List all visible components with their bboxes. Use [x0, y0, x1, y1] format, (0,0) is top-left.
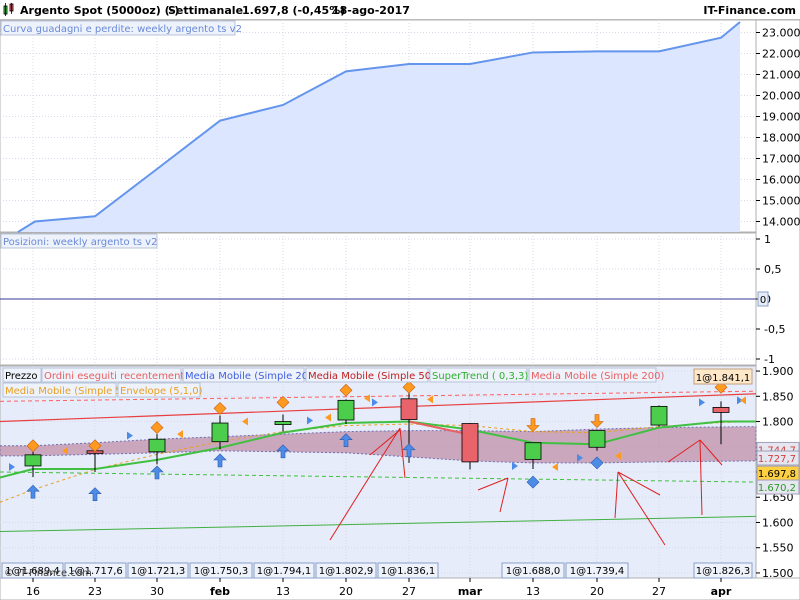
candle-body: [588, 430, 606, 448]
x-tick-label: 30: [150, 585, 164, 598]
candle-body: [461, 423, 479, 463]
x-tick-label: 20: [590, 585, 604, 598]
top-order-label: 1@1.841,1: [696, 373, 751, 384]
equity-tick-label: 19.000: [762, 111, 800, 124]
price-tick-label: 1.550: [762, 542, 794, 555]
price-marker-label: 1.727,7: [758, 454, 796, 465]
candle-body: [524, 442, 542, 460]
candle-body: [400, 398, 418, 420]
positions-tick-label: 0,5: [764, 263, 782, 276]
candle-body: [650, 405, 668, 426]
candle-body: [712, 406, 730, 413]
price-tick-label: 1.800: [762, 416, 794, 429]
legend-item-label: Media Mobile (Simple 20): [185, 371, 312, 382]
equity-tick-label: 21.000: [762, 69, 800, 82]
equity-tick-label: 14.000: [762, 216, 800, 229]
candle-body: [148, 438, 166, 453]
equity-tick-label: 17.000: [762, 153, 800, 166]
equity-tick-label: 20.000: [762, 90, 800, 103]
x-tick-label: 27: [652, 585, 666, 598]
price-tick-label: 1.600: [762, 516, 794, 529]
order-label: 1@1.802,9: [319, 566, 374, 577]
positions-tick-label: -1: [764, 353, 775, 366]
candle-body: [24, 454, 42, 467]
positions-tick-label: 1: [764, 233, 771, 246]
equity-tick-label: 15.000: [762, 195, 800, 208]
order-label: 1@1.836,1: [381, 566, 436, 577]
legend-item-label: Ordini eseguiti recentemente: [44, 371, 191, 382]
x-tick-label: apr: [711, 585, 732, 598]
positions-current-value: 0: [760, 295, 766, 306]
order-label: 1@1.739,4: [570, 566, 625, 577]
price-marker-label: 1.697,8: [758, 469, 796, 480]
x-tick-label: feb: [210, 585, 230, 598]
x-tick-label: 27: [402, 585, 416, 598]
equity-tick-label: 22.000: [762, 48, 800, 61]
order-label: 1@1.794,1: [257, 566, 312, 577]
legend-item-label: Media Mobile (Simple 5): [5, 386, 126, 397]
equity-tick-label: 23.000: [762, 27, 800, 40]
legend-item-label: Media Mobile (Simple 50): [308, 371, 435, 382]
candle-body: [337, 399, 355, 421]
x-tick-label: 23: [88, 585, 102, 598]
equity-tick-label: 16.000: [762, 174, 800, 187]
copyright-label: © IT-Finance.com: [4, 568, 92, 579]
x-tick-label: 13: [276, 585, 290, 598]
x-tick-label: mar: [458, 585, 483, 598]
order-label: 1@1.688,0: [506, 566, 561, 577]
order-label: 1@1.721,3: [131, 566, 186, 577]
legend-item-label: Prezzo: [5, 371, 38, 382]
x-tick-label: 16: [26, 585, 40, 598]
chart-canvas[interactable]: 23.000 22.000 21.000 20.000 19.000 18.000 17.0…: [0, 0, 800, 600]
price-tick-label: 1.900: [762, 365, 794, 378]
positions-panel-label: Posizioni: weekly argento ts v2: [3, 237, 157, 248]
legend-item-label: Media Mobile (Simple 200): [531, 371, 665, 382]
equity-tick-label: 18.000: [762, 132, 800, 145]
legend-item-label: Envelope (5,1,0): [120, 386, 203, 397]
equity-panel-label: Curva guadagni e perdite: weekly argento…: [3, 24, 242, 35]
positions-tick-label: -0,5: [764, 323, 785, 336]
time-axis: [0, 577, 800, 600]
price-tick-label: 1.850: [762, 390, 794, 403]
price-marker-label: 1.670,2: [758, 483, 796, 494]
price-tick-label: 1.500: [762, 567, 794, 580]
legend-item-label: SuperTrend ( 0,3,3): [432, 371, 528, 382]
x-tick-label: 13: [526, 585, 540, 598]
x-tick-label: 20: [339, 585, 353, 598]
candle-body: [211, 422, 229, 443]
candle-body: [274, 421, 292, 425]
order-label: 1@1.750,3: [194, 566, 249, 577]
order-label: 1@1.826,3: [696, 566, 751, 577]
